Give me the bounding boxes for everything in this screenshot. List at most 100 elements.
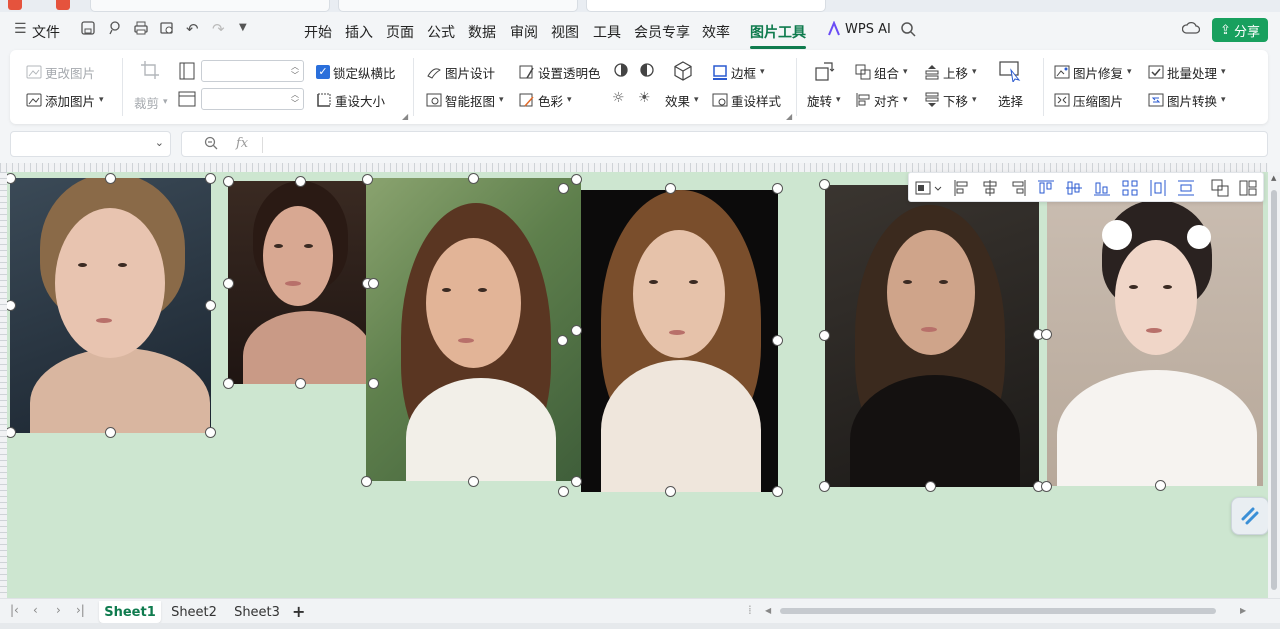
portrait-photo-6[interactable] bbox=[1047, 200, 1263, 486]
compress-picture-button[interactable]: 压缩图片 bbox=[1054, 90, 1123, 110]
group-objects-icon[interactable] bbox=[1211, 179, 1229, 197]
picture-repair-button[interactable]: 图片修复 ▾ bbox=[1054, 62, 1132, 82]
fx-icon[interactable]: fx bbox=[236, 136, 248, 151]
save-icon[interactable] bbox=[80, 20, 96, 36]
hamburger-menu-icon[interactable]: ☰ bbox=[14, 21, 27, 37]
name-box[interactable]: ⌄ bbox=[10, 131, 171, 157]
vertical-scroll-thumb[interactable] bbox=[1271, 190, 1277, 590]
resize-handle[interactable] bbox=[105, 173, 116, 184]
first-sheet-icon[interactable]: |‹ bbox=[10, 603, 19, 617]
resize-handle[interactable] bbox=[368, 378, 379, 389]
formula-input[interactable]: fx bbox=[181, 131, 1268, 157]
resize-handle[interactable] bbox=[361, 476, 372, 487]
prev-sheet-icon[interactable]: ‹ bbox=[33, 603, 38, 617]
print-icon[interactable] bbox=[133, 20, 149, 36]
select-pane-icon[interactable] bbox=[998, 60, 1022, 82]
resize-handle[interactable] bbox=[223, 278, 234, 289]
add-picture-button[interactable]: 添加图片 ▾ bbox=[26, 90, 104, 110]
menu-file[interactable]: 文件 bbox=[32, 22, 60, 42]
search-icon[interactable] bbox=[900, 21, 916, 37]
resize-handle[interactable] bbox=[7, 427, 16, 438]
align-bottom-icon[interactable] bbox=[1093, 179, 1111, 197]
document-tab-1[interactable] bbox=[90, 0, 330, 12]
resize-handle[interactable] bbox=[468, 476, 479, 487]
resize-handle[interactable] bbox=[223, 176, 234, 187]
menu-review[interactable]: 审阅 bbox=[510, 22, 538, 42]
redo-icon[interactable]: ↷ bbox=[212, 20, 225, 38]
smart-cutout-button[interactable]: 智能抠图 ▾ bbox=[426, 90, 504, 110]
picture-convert-button[interactable]: 图片转换 ▾ bbox=[1148, 90, 1226, 110]
scroll-left-icon[interactable]: ◀ bbox=[765, 606, 771, 615]
rotate-button[interactable]: 旋转 ▾ bbox=[807, 90, 841, 110]
tab-splitter[interactable]: ⁞ bbox=[748, 603, 752, 617]
sheet-tab-2[interactable]: Sheet2 bbox=[166, 601, 222, 623]
resize-handle[interactable] bbox=[205, 300, 216, 311]
last-sheet-icon[interactable]: ›| bbox=[76, 603, 85, 617]
print-preview-icon[interactable] bbox=[159, 20, 175, 36]
scroll-up-icon[interactable]: ▲ bbox=[1271, 174, 1276, 182]
menu-data[interactable]: 数据 bbox=[468, 22, 496, 42]
distribute-horizontal-icon[interactable] bbox=[1149, 179, 1167, 197]
resize-handle[interactable] bbox=[558, 486, 569, 497]
brightness-down-icon[interactable]: ☀ bbox=[638, 90, 651, 106]
batch-process-button[interactable]: 批量处理 ▾ bbox=[1148, 62, 1226, 82]
resize-handle[interactable] bbox=[571, 476, 582, 487]
vertical-scrollbar[interactable]: ▲ bbox=[1268, 172, 1280, 598]
cloud-icon[interactable] bbox=[1182, 20, 1200, 36]
border-button[interactable]: 边框 ▾ bbox=[712, 62, 765, 82]
menu-formula[interactable]: 公式 bbox=[427, 22, 455, 42]
resize-handle[interactable] bbox=[819, 330, 830, 341]
resize-handle[interactable] bbox=[772, 335, 783, 346]
select-button[interactable]: 选择 bbox=[998, 90, 1023, 110]
share-link-icon[interactable] bbox=[107, 20, 123, 36]
dialog-launcher-icon[interactable]: ◢ bbox=[786, 112, 792, 121]
rotate-icon[interactable] bbox=[814, 60, 836, 82]
portrait-photo-3[interactable] bbox=[366, 178, 581, 481]
resize-handle[interactable] bbox=[295, 176, 306, 187]
undo-icon[interactable]: ↶ bbox=[186, 20, 199, 38]
portrait-photo-4[interactable] bbox=[581, 190, 778, 492]
set-transparent-button[interactable]: 设置透明色 bbox=[519, 62, 601, 82]
menu-efficiency[interactable]: 效率 bbox=[702, 22, 730, 42]
more-layout-icon[interactable] bbox=[1239, 179, 1257, 197]
send-backward-button[interactable]: 下移 ▾ bbox=[924, 90, 977, 110]
resize-handle[interactable] bbox=[665, 486, 676, 497]
resize-handle[interactable] bbox=[819, 481, 830, 492]
align-top-icon[interactable] bbox=[1037, 179, 1055, 197]
horizontal-scrollbar[interactable] bbox=[780, 608, 1216, 614]
picture-design-button[interactable]: 图片设计 bbox=[426, 62, 495, 82]
group-button[interactable]: 组合 ▾ bbox=[855, 62, 908, 82]
resize-handle[interactable] bbox=[571, 325, 582, 336]
bring-forward-button[interactable]: 上移 ▾ bbox=[924, 62, 977, 82]
next-sheet-icon[interactable]: › bbox=[56, 603, 61, 617]
height-input[interactable]: ︿ ﹀ bbox=[201, 88, 304, 110]
align-button[interactable]: 对齐 ▾ bbox=[855, 90, 908, 110]
resize-handle[interactable] bbox=[205, 427, 216, 438]
document-tab-2[interactable] bbox=[338, 0, 578, 12]
resize-handle[interactable] bbox=[1041, 481, 1052, 492]
menu-home[interactable]: 开始 bbox=[304, 22, 332, 42]
resize-handle[interactable] bbox=[105, 427, 116, 438]
dialog-launcher-icon[interactable]: ◢ bbox=[402, 112, 408, 121]
resize-handle[interactable] bbox=[368, 278, 379, 289]
document-tab-3[interactable] bbox=[586, 0, 826, 12]
menu-page[interactable]: 页面 bbox=[386, 22, 414, 42]
crop-button[interactable]: 裁剪 ▾ bbox=[134, 92, 168, 112]
add-sheet-icon[interactable]: + bbox=[292, 602, 305, 621]
reset-style-button[interactable]: 重设样式 bbox=[712, 90, 781, 110]
resize-button[interactable]: 重设大小 bbox=[316, 90, 385, 110]
resize-handle[interactable] bbox=[772, 183, 783, 194]
lock-aspect-checkbox[interactable]: ✓ 锁定纵横比 bbox=[316, 62, 396, 82]
quick-access-dropdown-icon[interactable]: ▼ bbox=[239, 22, 247, 33]
resize-handle[interactable] bbox=[1041, 329, 1052, 340]
resize-handle[interactable] bbox=[295, 378, 306, 389]
quick-action-button[interactable] bbox=[1231, 497, 1269, 535]
align-middle-icon[interactable] bbox=[1065, 179, 1083, 197]
sheet-tab-1[interactable]: Sheet1 bbox=[99, 601, 161, 623]
menu-tools[interactable]: 工具 bbox=[593, 22, 621, 42]
resize-handle[interactable] bbox=[558, 183, 569, 194]
spin-arrows-icon[interactable]: ︿ ﹀ bbox=[291, 62, 299, 80]
share-button[interactable]: ⇪ 分享 bbox=[1212, 18, 1268, 42]
align-left-icon[interactable] bbox=[953, 179, 971, 197]
portrait-photo-1[interactable] bbox=[10, 178, 211, 433]
